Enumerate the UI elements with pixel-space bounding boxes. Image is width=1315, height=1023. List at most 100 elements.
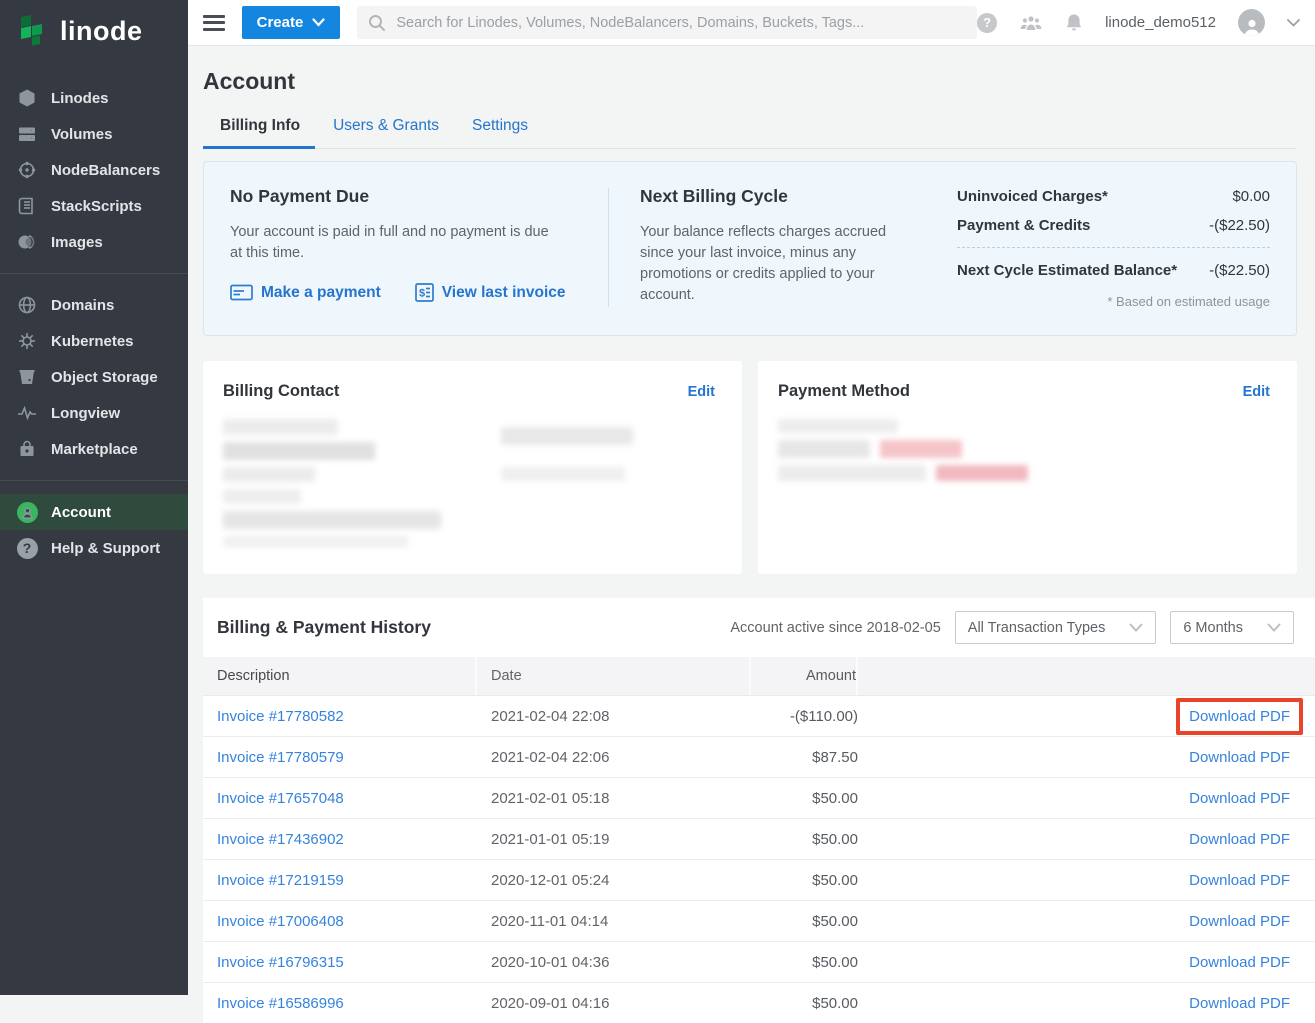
- column-date: Date: [477, 657, 751, 695]
- credit-card-icon: [230, 284, 253, 301]
- user-menu-chevron-icon[interactable]: [1287, 19, 1300, 27]
- invoice-link[interactable]: Invoice #17780579: [217, 749, 344, 766]
- highlight-annotation: Download PDF: [1189, 995, 1290, 1012]
- dashed-divider: [957, 247, 1270, 248]
- search-input[interactable]: [396, 15, 966, 31]
- sidebar-item-label: Volumes: [51, 126, 112, 143]
- table-row: Invoice #17219159 2020-12-01 05:24 $50.0…: [203, 859, 1315, 900]
- view-last-invoice-label: View last invoice: [442, 284, 566, 302]
- transaction-type-select[interactable]: All Transaction Types: [955, 611, 1157, 644]
- account-active-since: Account active since 2018-02-05: [730, 620, 940, 636]
- sidebar-item-domains[interactable]: Domains: [0, 287, 188, 323]
- sidebar-item-images[interactable]: Images: [0, 224, 188, 260]
- invoice-date: 2020-11-01 04:14: [477, 913, 751, 930]
- payment-method-edit-link[interactable]: Edit: [1243, 384, 1270, 400]
- download-pdf-link[interactable]: Download PDF: [1189, 831, 1290, 848]
- help-icon[interactable]: ?: [977, 13, 997, 33]
- download-pdf-link[interactable]: Download PDF: [1189, 708, 1290, 725]
- table-row: Invoice #16796315 2020-10-01 04:36 $50.0…: [203, 941, 1315, 982]
- download-pdf-link[interactable]: Download PDF: [1189, 790, 1290, 807]
- user-avatar[interactable]: [1238, 9, 1265, 36]
- search-icon: [368, 14, 386, 32]
- help-icon: ?: [16, 537, 38, 559]
- account-icon: [16, 501, 38, 523]
- hexagon-icon: [16, 87, 38, 109]
- estimated-usage-footnote: * Based on estimated usage: [957, 294, 1270, 309]
- invoice-link[interactable]: Invoice #17436902: [217, 831, 344, 848]
- sidebar-item-account[interactable]: Account: [0, 494, 188, 530]
- payment-credits-label: Payment & Credits: [957, 217, 1090, 234]
- no-payment-title: No Payment Due: [230, 186, 608, 207]
- sidebar-nav: Linodes Volumes NodeBalancers StackScrip…: [0, 80, 188, 566]
- sidebar-item-stackscripts[interactable]: StackScripts: [0, 188, 188, 224]
- search-bar: [357, 6, 977, 39]
- highlight-annotation: Download PDF: [1189, 954, 1290, 971]
- time-range-select[interactable]: 6 Months: [1170, 611, 1294, 644]
- users-group-icon[interactable]: [1019, 14, 1043, 32]
- download-pdf-link[interactable]: Download PDF: [1189, 954, 1290, 971]
- bucket-icon: [16, 366, 38, 388]
- history-table-header: Description Date Amount: [203, 657, 1315, 695]
- pulse-icon: [16, 402, 38, 424]
- highlight-annotation: Download PDF: [1189, 749, 1290, 766]
- sidebar-item-marketplace[interactable]: Marketplace: [0, 431, 188, 467]
- sidebar-item-help-support[interactable]: ? Help & Support: [0, 530, 188, 566]
- nodebalancer-icon: [16, 159, 38, 181]
- next-cycle-title: Next Billing Cycle: [640, 186, 921, 207]
- download-pdf-link[interactable]: Download PDF: [1189, 872, 1290, 889]
- highlight-annotation: Download PDF: [1189, 790, 1290, 807]
- table-row: Invoice #17436902 2021-01-01 05:19 $50.0…: [203, 818, 1315, 859]
- billing-history-title: Billing & Payment History: [217, 617, 431, 638]
- sidebar-item-label: NodeBalancers: [51, 162, 160, 179]
- tab-users-grants[interactable]: Users & Grants: [333, 117, 439, 148]
- history-table-body: Invoice #17780582 2021-02-04 22:08 -($11…: [203, 695, 1315, 1023]
- hamburger-menu-icon[interactable]: [203, 15, 225, 31]
- download-pdf-link[interactable]: Download PDF: [1189, 913, 1290, 930]
- invoice-amount: $50.00: [751, 872, 858, 889]
- stackscripts-icon: [16, 195, 38, 217]
- download-pdf-link[interactable]: Download PDF: [1189, 995, 1290, 1012]
- invoice-amount: $50.00: [751, 790, 858, 807]
- page-title: Account: [203, 68, 1315, 95]
- view-last-invoice-link[interactable]: $ View last invoice: [415, 283, 566, 302]
- username-label[interactable]: linode_demo512: [1105, 14, 1216, 31]
- invoice-link[interactable]: Invoice #17657048: [217, 790, 344, 807]
- sidebar-item-linodes[interactable]: Linodes: [0, 80, 188, 116]
- sidebar-item-nodebalancers[interactable]: NodeBalancers: [0, 152, 188, 188]
- table-row: Invoice #17780579 2021-02-04 22:06 $87.5…: [203, 736, 1315, 777]
- charges-section: Uninvoiced Charges* $0.00 Payment & Cred…: [957, 186, 1270, 309]
- sidebar-item-volumes[interactable]: Volumes: [0, 116, 188, 152]
- next-cycle-balance-value: -($22.50): [1209, 262, 1270, 279]
- sidebar-item-longview[interactable]: Longview: [0, 395, 188, 431]
- images-icon: [16, 231, 38, 253]
- tab-settings[interactable]: Settings: [472, 117, 528, 148]
- make-payment-link[interactable]: Make a payment: [230, 283, 381, 302]
- invoice-link[interactable]: Invoice #16586996: [217, 995, 344, 1012]
- redacted-billing-contact: [501, 419, 633, 554]
- main-content: Account Billing Info Users & Grants Sett…: [188, 46, 1315, 995]
- column-amount: Amount: [751, 657, 858, 695]
- linode-logo[interactable]: linode: [0, 0, 188, 62]
- no-payment-section: No Payment Due Your account is paid in f…: [230, 186, 608, 309]
- invoice-date: 2020-09-01 04:16: [477, 995, 751, 1012]
- invoice-link[interactable]: Invoice #17219159: [217, 872, 344, 889]
- create-button[interactable]: Create: [242, 6, 341, 39]
- highlight-annotation: Download PDF: [1189, 872, 1290, 889]
- sidebar-item-kubernetes[interactable]: Kubernetes: [0, 323, 188, 359]
- notifications-bell-icon[interactable]: [1065, 13, 1083, 33]
- sidebar-item-label: Longview: [51, 405, 120, 422]
- highlight-annotation: Download PDF: [1189, 913, 1290, 930]
- download-pdf-link[interactable]: Download PDF: [1189, 749, 1290, 766]
- sidebar-item-object-storage[interactable]: Object Storage: [0, 359, 188, 395]
- invoice-link[interactable]: Invoice #17006408: [217, 913, 344, 930]
- invoice-link[interactable]: Invoice #17780582: [217, 708, 344, 725]
- invoice-link[interactable]: Invoice #16796315: [217, 954, 344, 971]
- tab-billing-info[interactable]: Billing Info: [220, 117, 300, 148]
- payment-method-card: Payment Method Edit: [758, 361, 1297, 574]
- sidebar-divider: [0, 273, 188, 274]
- no-payment-body: Your account is paid in full and no paym…: [230, 222, 560, 264]
- marketplace-icon: [16, 438, 38, 460]
- uninvoiced-charges-label: Uninvoiced Charges*: [957, 188, 1108, 205]
- sidebar-item-label: Images: [51, 234, 103, 251]
- billing-contact-edit-link[interactable]: Edit: [688, 384, 715, 400]
